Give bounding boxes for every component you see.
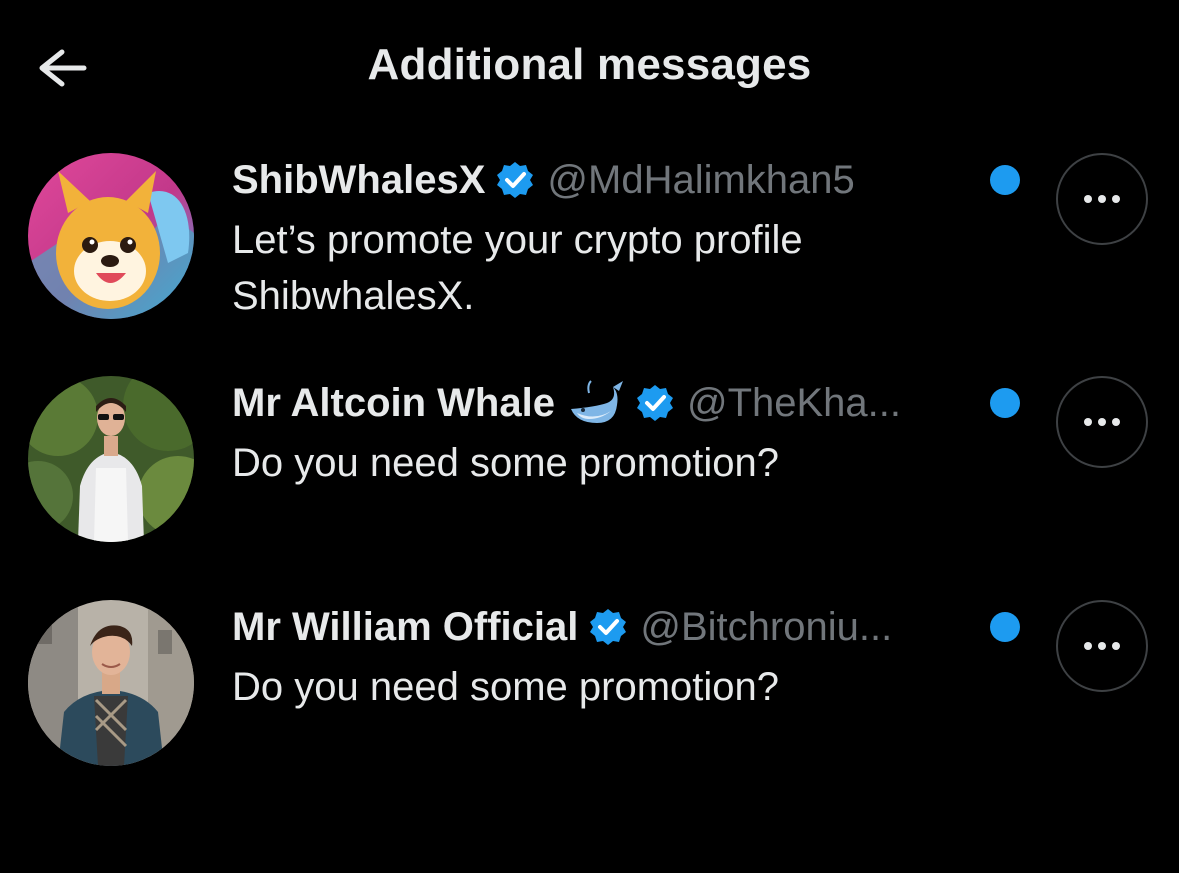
more-options-button[interactable]	[1056, 153, 1148, 245]
conversation-row[interactable]: Mr Altcoin Whale @TheKha... Do you need …	[0, 373, 1179, 573]
man-photo-avatar[interactable]	[28, 376, 194, 542]
sender-name: Mr Altcoin Whale	[232, 380, 555, 425]
message-preview: Do you need some promotion?	[232, 441, 779, 485]
unread-indicator	[990, 165, 1020, 195]
sender-header: Mr William Official @Bitchroniu...	[232, 601, 892, 653]
header: Additional messages	[0, 0, 1179, 135]
man-scarf-photo-avatar[interactable]	[28, 600, 194, 766]
sender-header: ShibWhalesX @MdHalimkhan5	[232, 154, 855, 206]
unread-indicator	[990, 388, 1020, 418]
verified-badge-icon	[590, 609, 627, 645]
message-preview: Do you need some promotion?	[232, 665, 779, 709]
unread-indicator	[990, 612, 1020, 642]
sender-handle: @TheKha...	[686, 380, 902, 425]
more-horizontal-icon	[1084, 642, 1120, 650]
verified-badge-icon	[497, 162, 534, 198]
whale-emoji	[570, 380, 623, 423]
more-options-button[interactable]	[1056, 376, 1148, 468]
sender-name: Mr William Official	[232, 604, 579, 649]
sender-handle: @Bitchroniu...	[640, 604, 893, 649]
verified-badge-icon	[636, 385, 673, 421]
sender-name: ShibWhalesX	[232, 157, 486, 202]
more-horizontal-icon	[1084, 418, 1120, 426]
more-horizontal-icon	[1084, 195, 1120, 203]
sender-handle: @MdHalimkhan5	[547, 157, 855, 202]
message-preview: Let’s promote your crypto profile Shibwh…	[232, 218, 803, 318]
more-options-button[interactable]	[1056, 600, 1148, 692]
page-title: Additional messages	[367, 40, 812, 89]
conversation-row[interactable]: Mr William Official @Bitchroniu... Do yo…	[0, 597, 1179, 797]
sender-header: Mr Altcoin Whale @TheKha...	[232, 377, 901, 429]
conversation-row[interactable]: ShibWhalesX @MdHalimkhan5 Let’s promote …	[0, 150, 1179, 350]
shiba-cartoon-avatar[interactable]	[28, 153, 194, 319]
